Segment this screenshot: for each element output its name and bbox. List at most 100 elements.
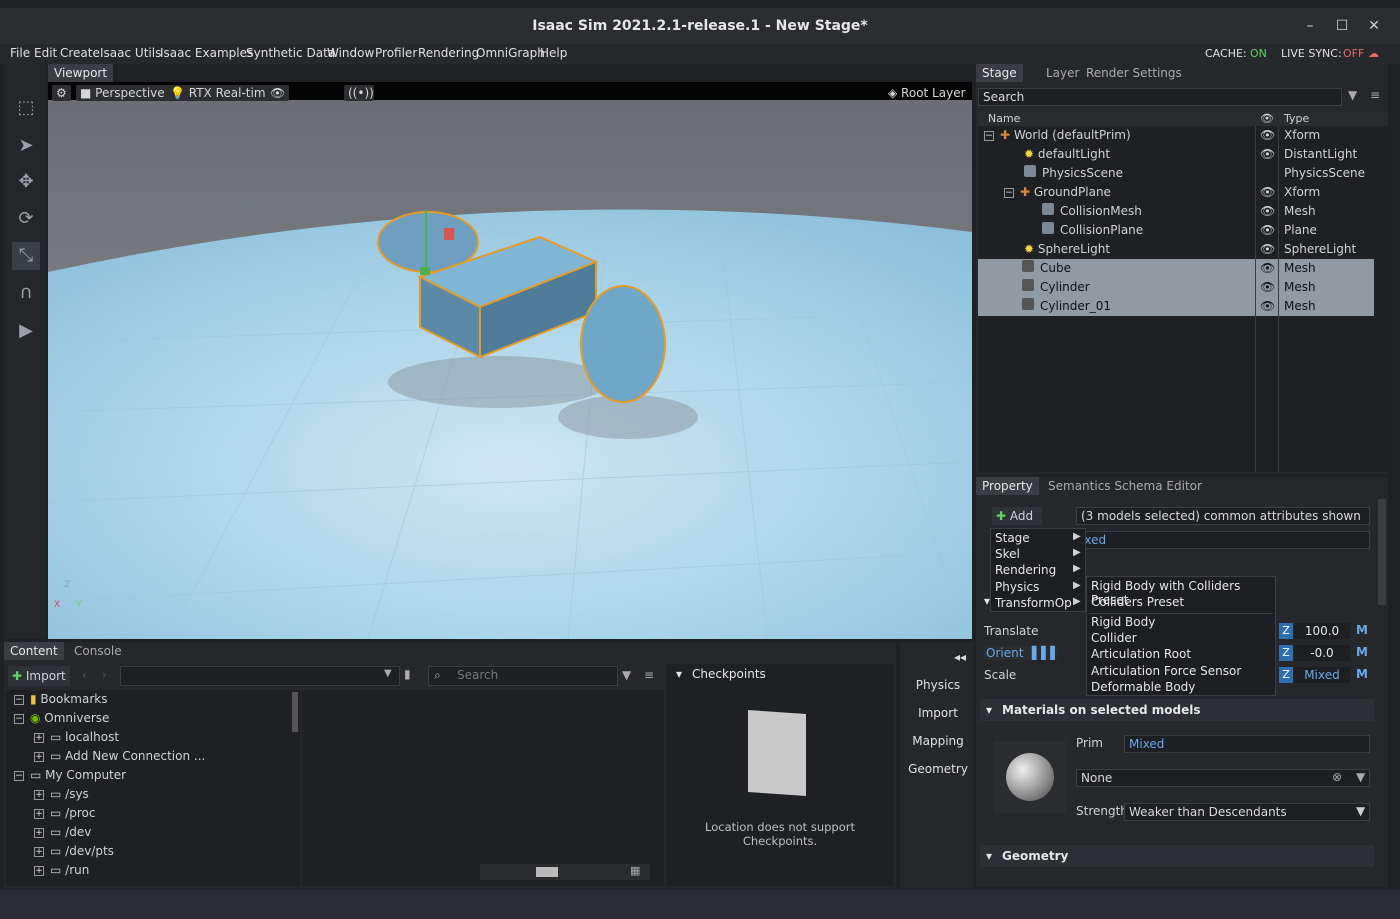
visibility-icon[interactable]: 👁 — [266, 85, 290, 101]
stage-row[interactable]: − ✚ World (defaultPrim) 👁 Xform — [978, 126, 1388, 145]
back-icon[interactable]: ‹ — [82, 668, 87, 682]
collapse-icon[interactable]: − — [14, 770, 24, 781]
eye-icon[interactable]: 👁 — [1260, 183, 1275, 202]
collapse-icon[interactable]: − — [1004, 187, 1014, 198]
stage-row[interactable]: ✹ SphereLight 👁 SphereLight — [978, 240, 1388, 259]
tree-item[interactable]: − ◉ Omniverse — [6, 709, 109, 728]
import-button[interactable]: ✚ Import — [8, 666, 70, 686]
close-icon[interactable]: ✕ — [1364, 16, 1384, 36]
clear-icon[interactable]: ⊗ — [1332, 770, 1342, 784]
minimize-icon[interactable]: – — [1300, 16, 1320, 36]
expand-icon[interactable]: + — [34, 751, 44, 762]
viewport-settings-icon[interactable]: ⚙ — [52, 85, 71, 101]
thumbnail-slider[interactable]: ▦ — [480, 864, 650, 880]
root-layer-button[interactable]: ◈ Root Layer — [884, 85, 970, 101]
stage-row[interactable]: PhysicsScene PhysicsScene — [978, 164, 1388, 183]
menu-item-collider[interactable]: Collider — [1091, 631, 1137, 645]
move-icon[interactable]: ✥ — [12, 168, 40, 196]
maximize-icon[interactable]: ☐ — [1332, 16, 1352, 36]
eye-icon[interactable]: 👁 — [1260, 259, 1275, 278]
menu-profiler[interactable]: Profiler — [375, 46, 417, 60]
stage-row[interactable]: CollisionPlane 👁 Plane — [978, 221, 1388, 240]
menu-item-skel[interactable]: Skel — [995, 547, 1020, 561]
stage-row[interactable]: − ✚ GroundPlane 👁 Xform — [978, 183, 1388, 202]
prim-field[interactable]: Mixed — [1124, 735, 1370, 753]
material-select[interactable]: None — [1076, 769, 1370, 787]
tab-viewport[interactable]: Viewport — [48, 64, 114, 82]
materials-section-header[interactable]: ▾ Materials on selected models — [980, 699, 1374, 721]
geometry-section-header[interactable]: ▾ Geometry — [980, 845, 1374, 867]
menu-omnigraph[interactable]: OmniGraph — [476, 46, 545, 60]
select-mode-icon[interactable]: ⬚ — [12, 94, 40, 122]
menu-item-colliders-preset[interactable]: Colliders Preset — [1091, 595, 1184, 609]
filter-icon[interactable]: ▼ — [622, 668, 631, 682]
cache-value[interactable]: ON — [1250, 47, 1267, 60]
collapse-icon[interactable]: − — [14, 713, 24, 724]
eye-icon[interactable]: 👁 — [1260, 145, 1275, 164]
tab-console[interactable]: Console — [68, 642, 128, 660]
chevron-down-icon[interactable]: ▼ — [384, 668, 392, 679]
menu-create[interactable]: Create — [60, 46, 100, 60]
eye-icon[interactable]: 👁 — [1260, 278, 1275, 297]
menu-icon[interactable]: ≡ — [644, 668, 654, 682]
physics-button[interactable]: Physics — [900, 673, 976, 697]
expand-icon[interactable]: + — [34, 865, 44, 876]
scrollbar[interactable] — [1378, 499, 1386, 605]
chevron-down-icon[interactable]: ▼ — [1356, 770, 1365, 784]
tree-item[interactable]: + ▭ /sys — [6, 785, 89, 804]
grid-view-icon[interactable]: ▦ — [630, 864, 640, 877]
menu-file[interactable]: File — [10, 46, 30, 60]
orient-z-field[interactable]: -0.0 — [1294, 645, 1350, 661]
menu-item-articulation-force-sensor[interactable]: Articulation Force Sensor — [1091, 664, 1241, 678]
stage-row[interactable]: Cylinder_01 👁 Mesh — [978, 297, 1374, 316]
path-field[interactable] — [120, 666, 400, 686]
expand-icon[interactable]: + — [34, 846, 44, 857]
collapse-icon[interactable]: − — [14, 694, 24, 705]
camera-selector[interactable]: ■ Perspective — [76, 85, 169, 101]
chevron-down-icon[interactable]: ▾ — [676, 667, 682, 681]
add-button[interactable]: ✚ Add — [992, 507, 1042, 525]
stage-row[interactable]: ✹ defaultLight 👁 DistantLight — [978, 145, 1388, 164]
bookmark-icon[interactable]: ▮ — [404, 667, 411, 681]
menu-item-articulation-root[interactable]: Articulation Root — [1091, 647, 1191, 661]
rotate-icon[interactable]: ⟳ — [12, 205, 40, 233]
tree-item[interactable]: + ▭ /run — [6, 861, 89, 880]
menu-item-deformable-body[interactable]: Deformable Body — [1091, 680, 1195, 694]
menu-isaac-examples[interactable]: Isaac Examples — [160, 46, 253, 60]
menu-item-transformop[interactable]: TransformOp — [995, 596, 1072, 610]
tree-item[interactable]: − ▭ My Computer — [6, 766, 126, 785]
scene-render[interactable] — [48, 82, 972, 639]
slider-handle[interactable] — [536, 867, 558, 877]
geometry-button[interactable]: Geometry — [900, 757, 976, 781]
eye-icon[interactable]: 👁 — [1260, 202, 1275, 221]
tree-item[interactable]: + ▭ localhost — [6, 728, 119, 747]
collapse-left-icon[interactable]: ◂◂ — [954, 650, 966, 664]
stage-row[interactable]: Cylinder 👁 Mesh — [978, 278, 1374, 297]
expand-icon[interactable]: + — [34, 732, 44, 743]
menu-rendering[interactable]: Rendering — [418, 46, 479, 60]
tree-item[interactable]: − ▮ Bookmarks — [6, 690, 107, 709]
import-side-button[interactable]: Import — [900, 701, 976, 725]
menu-window[interactable]: Window — [327, 46, 374, 60]
content-search-input[interactable]: Search — [428, 666, 618, 686]
scale-icon[interactable]: ⤡ — [12, 242, 40, 270]
live-sync-value[interactable]: OFF — [1343, 47, 1364, 60]
filter-icon[interactable]: ▼ — [1348, 88, 1357, 102]
menu-isaac-utils[interactable]: Isaac Utils — [100, 46, 161, 60]
mapping-button[interactable]: Mapping — [900, 729, 976, 753]
menu-edit[interactable]: Edit — [34, 46, 57, 60]
play-icon[interactable]: ▶ — [12, 317, 40, 345]
eye-icon[interactable]: 👁 — [1260, 126, 1275, 145]
menu-icon[interactable]: ≡ — [1370, 88, 1380, 102]
orient-button[interactable]: Orient ▐▐▐ — [984, 646, 1057, 660]
collapse-icon[interactable]: − — [984, 130, 994, 141]
live-broadcast-icon[interactable]: ((•)) — [344, 85, 374, 101]
chevron-down-icon[interactable]: ▼ — [1356, 804, 1365, 818]
scrollbar[interactable] — [292, 692, 298, 732]
translate-z-field[interactable]: 100.0 — [1294, 623, 1350, 639]
mixed-field[interactable]: ixed — [1076, 531, 1370, 549]
tab-content[interactable]: Content — [4, 642, 64, 660]
forward-icon[interactable]: › — [102, 668, 107, 682]
strength-select[interactable]: Weaker than Descendants — [1124, 803, 1370, 821]
eye-icon[interactable]: 👁 — [1260, 240, 1275, 259]
